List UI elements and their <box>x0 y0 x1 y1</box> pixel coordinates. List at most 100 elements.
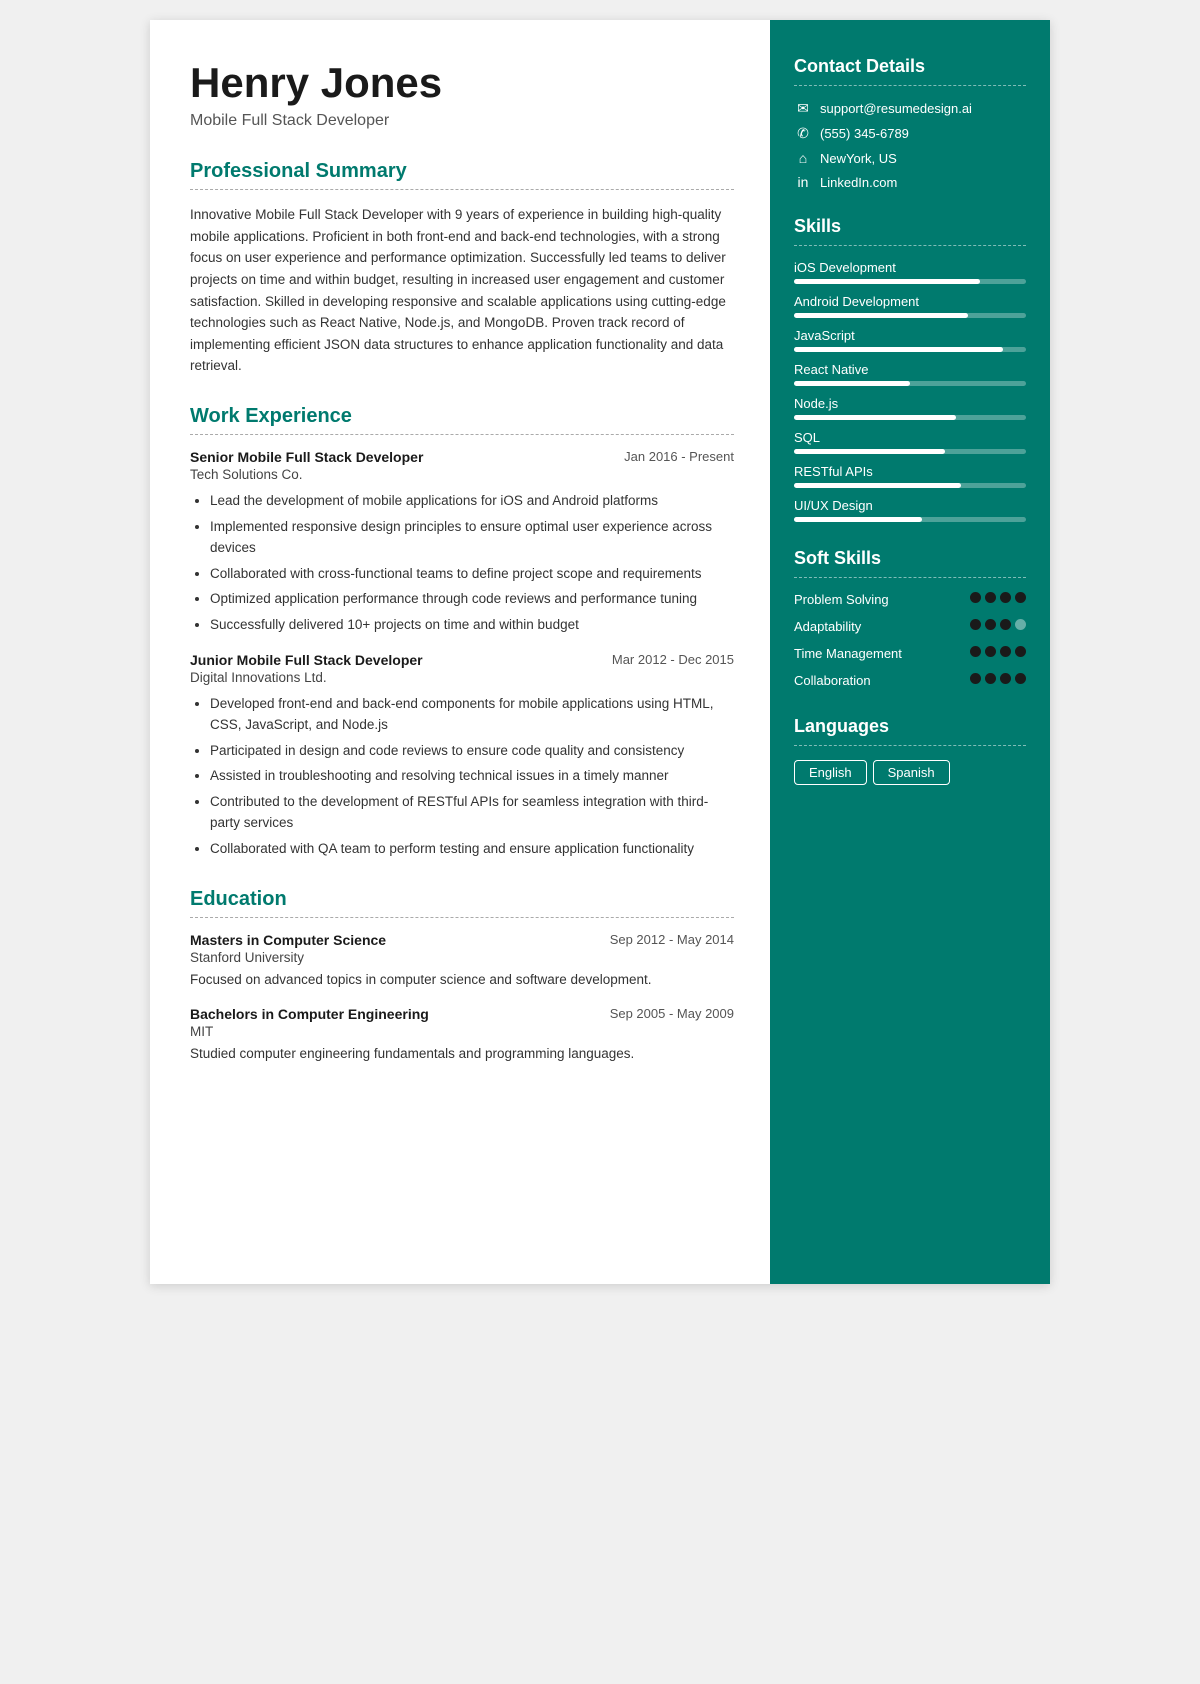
jobs-list: Senior Mobile Full Stack Developer Jan 2… <box>190 449 734 860</box>
soft-skill-name: Collaboration <box>794 673 970 690</box>
education-item: Bachelors in Computer Engineering Sep 20… <box>190 1006 734 1065</box>
skill-item: RESTful APIs <box>794 464 1026 488</box>
skill-name: RESTful APIs <box>794 464 1026 479</box>
summary-section: Professional Summary Innovative Mobile F… <box>190 160 734 377</box>
languages-list: EnglishSpanish <box>794 760 1026 785</box>
contact-text: NewYork, US <box>820 151 897 166</box>
dot-empty <box>1015 619 1026 630</box>
languages-divider <box>794 745 1026 746</box>
dot-filled <box>970 592 981 603</box>
resume-container: Henry Jones Mobile Full Stack Developer … <box>150 20 1050 1284</box>
skills-list: iOS Development Android Development Java… <box>794 260 1026 522</box>
skill-bar-background <box>794 347 1026 352</box>
work-experience-section: Work Experience Senior Mobile Full Stack… <box>190 405 734 860</box>
contact-icon: ✉ <box>794 100 812 117</box>
languages-section-title: Languages <box>794 716 1026 737</box>
job-item: Senior Mobile Full Stack Developer Jan 2… <box>190 449 734 636</box>
edu-institution: Stanford University <box>190 950 734 965</box>
job-bullet: Optimized application performance throug… <box>210 588 734 610</box>
skill-bar-background <box>794 279 1026 284</box>
right-column: Contact Details ✉ support@resumedesign.a… <box>770 20 1050 1284</box>
dot-filled <box>1000 646 1011 657</box>
soft-skill-item: Time Management <box>794 646 1026 663</box>
soft-skill-item: Problem Solving <box>794 592 1026 609</box>
skill-bar-background <box>794 517 1026 522</box>
job-date: Mar 2012 - Dec 2015 <box>612 652 734 667</box>
skill-bar-fill <box>794 279 980 284</box>
left-column: Henry Jones Mobile Full Stack Developer … <box>150 20 770 1284</box>
skill-item: SQL <box>794 430 1026 454</box>
soft-skill-name: Adaptability <box>794 619 970 636</box>
contact-icon: ✆ <box>794 125 812 142</box>
job-bullet: Developed front-end and back-end compone… <box>210 693 734 736</box>
skill-name: React Native <box>794 362 1026 377</box>
dot-filled <box>1000 673 1011 684</box>
soft-skills-section: Soft Skills Problem Solving Adaptability… <box>794 548 1026 690</box>
soft-skill-name: Problem Solving <box>794 592 970 609</box>
summary-section-title: Professional Summary <box>190 160 734 183</box>
soft-skills-divider <box>794 577 1026 578</box>
contact-list: ✉ support@resumedesign.ai✆ (555) 345-678… <box>794 100 1026 190</box>
contact-item: ⌂ NewYork, US <box>794 150 1026 166</box>
dot-filled <box>985 592 996 603</box>
summary-text: Innovative Mobile Full Stack Developer w… <box>190 204 734 377</box>
soft-skill-item: Adaptability <box>794 619 1026 636</box>
contact-section-title: Contact Details <box>794 56 1026 77</box>
skill-bar-background <box>794 313 1026 318</box>
company-name: Digital Innovations Ltd. <box>190 670 734 685</box>
dot-filled <box>970 619 981 630</box>
education-section: Education Masters in Computer Science Se… <box>190 888 734 1065</box>
skills-section: Skills iOS Development Android Developme… <box>794 216 1026 522</box>
dots-container <box>970 646 1026 657</box>
soft-skill-name: Time Management <box>794 646 970 663</box>
skill-bar-fill <box>794 381 910 386</box>
dots-container <box>970 673 1026 684</box>
candidate-name: Henry Jones <box>190 60 734 106</box>
skill-bar-background <box>794 483 1026 488</box>
dot-filled <box>985 646 996 657</box>
edu-degree: Masters in Computer Science <box>190 932 386 948</box>
skill-bar-fill <box>794 415 956 420</box>
edu-description: Studied computer engineering fundamental… <box>190 1043 734 1065</box>
dot-filled <box>1015 592 1026 603</box>
job-title-text: Senior Mobile Full Stack Developer <box>190 449 423 465</box>
dot-filled <box>985 673 996 684</box>
work-section-title: Work Experience <box>190 405 734 428</box>
dot-filled <box>1000 592 1011 603</box>
job-bullet: Assisted in troubleshooting and resolvin… <box>210 765 734 787</box>
company-name: Tech Solutions Co. <box>190 467 734 482</box>
languages-section: Languages EnglishSpanish <box>794 716 1026 785</box>
dots-container <box>970 592 1026 603</box>
job-item: Junior Mobile Full Stack Developer Mar 2… <box>190 652 734 860</box>
skill-name: Node.js <box>794 396 1026 411</box>
edu-date: Sep 2012 - May 2014 <box>610 932 734 947</box>
skill-item: React Native <box>794 362 1026 386</box>
work-divider <box>190 434 734 435</box>
skill-item: UI/UX Design <box>794 498 1026 522</box>
education-section-title: Education <box>190 888 734 911</box>
skill-bar-fill <box>794 483 961 488</box>
language-tag: English <box>794 760 867 785</box>
job-date: Jan 2016 - Present <box>624 449 734 464</box>
skill-bar-fill <box>794 347 1003 352</box>
dot-filled <box>1015 673 1026 684</box>
skill-bar-background <box>794 449 1026 454</box>
job-bullet: Contributed to the development of RESTfu… <box>210 791 734 834</box>
edu-institution: MIT <box>190 1024 734 1039</box>
job-bullet: Implemented responsive design principles… <box>210 516 734 559</box>
skill-name: JavaScript <box>794 328 1026 343</box>
education-list: Masters in Computer Science Sep 2012 - M… <box>190 932 734 1065</box>
dot-filled <box>970 646 981 657</box>
contact-text: (555) 345-6789 <box>820 126 909 141</box>
job-title-text: Junior Mobile Full Stack Developer <box>190 652 423 668</box>
skill-item: iOS Development <box>794 260 1026 284</box>
contact-item: ✆ (555) 345-6789 <box>794 125 1026 142</box>
dot-filled <box>1015 646 1026 657</box>
dot-filled <box>1000 619 1011 630</box>
contact-section: Contact Details ✉ support@resumedesign.a… <box>794 56 1026 190</box>
soft-skills-list: Problem Solving Adaptability Time Manage… <box>794 592 1026 690</box>
edu-description: Focused on advanced topics in computer s… <box>190 969 734 991</box>
contact-item: in LinkedIn.com <box>794 174 1026 190</box>
skill-item: JavaScript <box>794 328 1026 352</box>
job-bullet: Participated in design and code reviews … <box>210 740 734 762</box>
